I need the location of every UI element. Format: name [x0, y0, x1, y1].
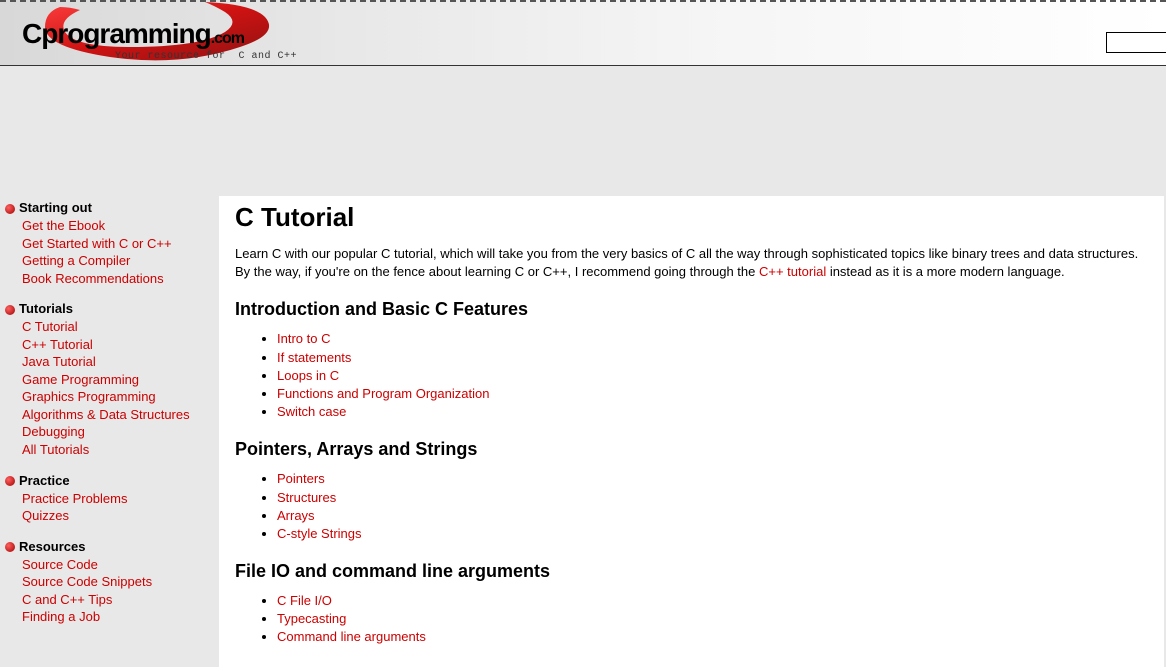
list-item: Structures: [277, 489, 1148, 507]
section-links: Pointers Structures Arrays C-style Strings: [235, 470, 1148, 543]
content-link[interactable]: Structures: [277, 490, 336, 505]
cpp-tutorial-link[interactable]: C++ tutorial: [759, 264, 826, 279]
nav-section: Starting out Get the EbookGet Started wit…: [5, 200, 219, 287]
nav-heading: Practice: [5, 473, 219, 488]
nav-section: Practice Practice ProblemsQuizzes: [5, 473, 219, 525]
intro-text-after: instead as it is a more modern language.: [826, 264, 1064, 279]
content-link[interactable]: Intro to C: [277, 331, 330, 346]
list-item: Command line arguments: [277, 628, 1148, 646]
intro-paragraph: Learn C with our popular C tutorial, whi…: [235, 245, 1148, 281]
list-item: Switch case: [277, 403, 1148, 421]
nav-link[interactable]: Graphics Programming: [22, 388, 219, 406]
banner-spacer: [0, 66, 1166, 196]
nav-link[interactable]: All Tutorials: [22, 441, 219, 459]
nav-heading: Resources: [5, 539, 219, 554]
nav-link[interactable]: Source Code: [22, 556, 219, 574]
nav-links: C TutorialC++ TutorialJava TutorialGame …: [5, 318, 219, 458]
section-links: C File I/O Typecasting Command line argume…: [235, 592, 1148, 647]
section-links: Intro to C If statements Loops in C Functio…: [235, 330, 1148, 421]
section-heading: Pointers, Arrays and Strings: [235, 439, 1148, 460]
nav-link[interactable]: Finding a Job: [22, 608, 219, 626]
content-wrapper: Starting out Get the EbookGet Started wit…: [0, 196, 1166, 667]
list-item: C-style Strings: [277, 525, 1148, 543]
content-link[interactable]: Arrays: [277, 508, 315, 523]
nav-link[interactable]: C++ Tutorial: [22, 336, 219, 354]
content-link[interactable]: C File I/O: [277, 593, 332, 608]
logo-tagline: Your resource for C and C++: [115, 51, 297, 62]
search-input[interactable]: [1106, 32, 1166, 53]
sidebar: Starting out Get the EbookGet Started wit…: [5, 196, 219, 667]
content-link[interactable]: Functions and Program Organization: [277, 386, 489, 401]
logo-text: Cprogramming.com: [22, 18, 244, 50]
nav-link[interactable]: Getting a Compiler: [22, 252, 219, 270]
nav-links: Source CodeSource Code SnippetsC and C++…: [5, 556, 219, 626]
nav-links: Practice ProblemsQuizzes: [5, 490, 219, 525]
page-title: C Tutorial: [235, 202, 1148, 233]
nav-heading: Tutorials: [5, 301, 219, 316]
nav-link[interactable]: Java Tutorial: [22, 353, 219, 371]
content-link[interactable]: Command line arguments: [277, 629, 426, 644]
nav-link[interactable]: Game Programming: [22, 371, 219, 389]
content-link[interactable]: C-style Strings: [277, 526, 362, 541]
nav-link[interactable]: C Tutorial: [22, 318, 219, 336]
content-link[interactable]: If statements: [277, 350, 351, 365]
list-item: If statements: [277, 349, 1148, 367]
content-link[interactable]: Switch case: [277, 404, 346, 419]
list-item: Typecasting: [277, 610, 1148, 628]
nav-link[interactable]: Book Recommendations: [22, 270, 219, 288]
nav-link[interactable]: Get Started with C or C++: [22, 235, 219, 253]
content-link[interactable]: Typecasting: [277, 611, 346, 626]
nav-link[interactable]: Practice Problems: [22, 490, 219, 508]
nav-link[interactable]: Algorithms & Data Structures: [22, 406, 219, 424]
nav-link[interactable]: C and C++ Tips: [22, 591, 219, 609]
nav-section: Tutorials C TutorialC++ TutorialJava Tuto…: [5, 301, 219, 458]
list-item: Intro to C: [277, 330, 1148, 348]
list-item: Functions and Program Organization: [277, 385, 1148, 403]
nav-link[interactable]: Quizzes: [22, 507, 219, 525]
list-item: Pointers: [277, 470, 1148, 488]
list-item: Loops in C: [277, 367, 1148, 385]
content-link[interactable]: Loops in C: [277, 368, 339, 383]
nav-links: Get the EbookGet Started with C or C++Ge…: [5, 217, 219, 287]
nav-link[interactable]: Get the Ebook: [22, 217, 219, 235]
section-heading: File IO and command line arguments: [235, 561, 1148, 582]
section-heading: Introduction and Basic C Features: [235, 299, 1148, 320]
nav-heading: Starting out: [5, 200, 219, 215]
nav-section: Resources Source CodeSource Code Snippets…: [5, 539, 219, 626]
content-link[interactable]: Pointers: [277, 471, 325, 486]
main-content: C Tutorial Learn C with our popular C tu…: [219, 196, 1164, 667]
list-item: Arrays: [277, 507, 1148, 525]
logo[interactable]: Cprogramming.com Your resource for C and…: [10, 0, 340, 66]
list-item: C File I/O: [277, 592, 1148, 610]
nav-link[interactable]: Debugging: [22, 423, 219, 441]
header-bar: Cprogramming.com Your resource for C and…: [0, 0, 1166, 66]
nav-link[interactable]: Source Code Snippets: [22, 573, 219, 591]
